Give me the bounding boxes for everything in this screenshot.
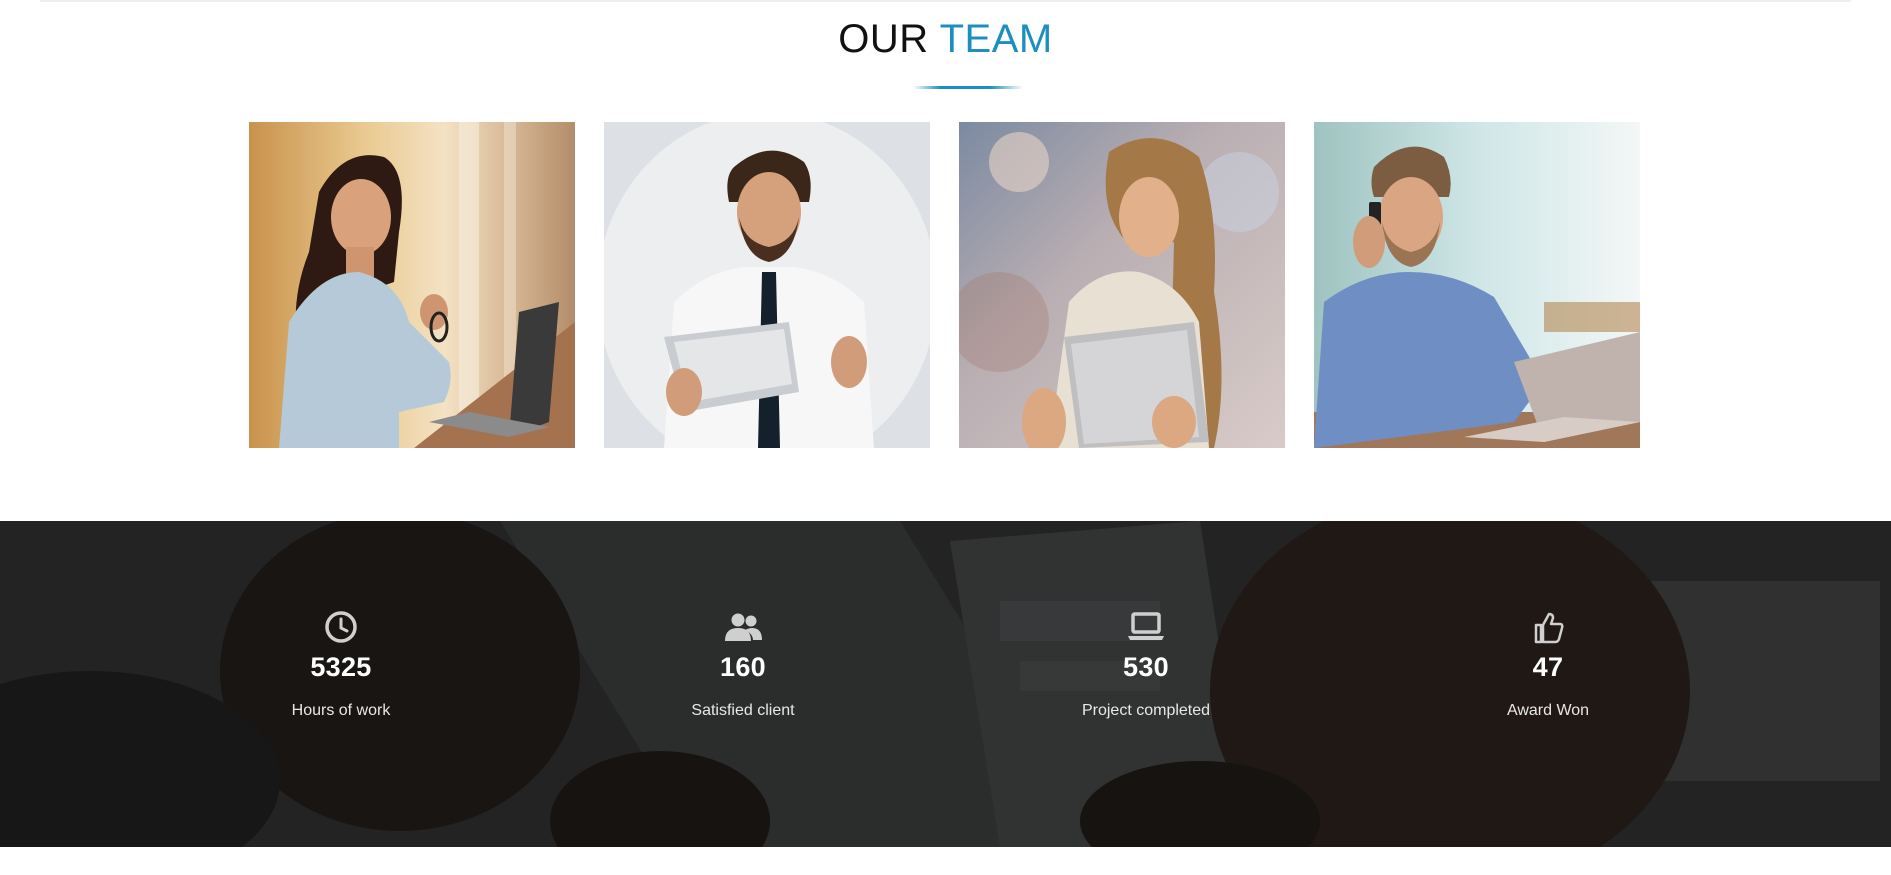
- stat-hours-of-work: 5325 Hours of work: [231, 609, 451, 721]
- title-part-2: TEAM: [939, 17, 1053, 61]
- team-member-photo-3[interactable]: [959, 122, 1285, 448]
- top-divider: [40, 0, 1851, 2]
- users-icon: [725, 613, 762, 641]
- photo-woman-tablet: [959, 122, 1285, 448]
- stat-value: 5325: [310, 652, 372, 682]
- title-part-1: OUR: [838, 17, 929, 61]
- section-title: OUR TEAM: [0, 14, 1891, 64]
- team-member-photo-4[interactable]: [1314, 122, 1640, 448]
- stat-label: Project completed: [1081, 702, 1211, 719]
- clock-icon: [325, 611, 357, 643]
- stats-row: 5325 Hours of work 160 Satisfied client …: [0, 521, 1891, 847]
- stat-satisfied-client: 160 Satisfied client: [633, 609, 853, 721]
- stat-label: Award Won: [1506, 702, 1590, 719]
- stat-project-completed: 530 Project completed: [1036, 609, 1256, 721]
- stat-label: Hours of work: [291, 702, 391, 719]
- title-underline: [913, 86, 1023, 89]
- laptop-icon: [1128, 612, 1164, 640]
- team-grid: [249, 122, 1642, 448]
- stat-value: 530: [1123, 652, 1169, 682]
- stat-value: 47: [1532, 652, 1564, 682]
- team-member-photo-2[interactable]: [604, 122, 930, 448]
- stat-label: Satisfied client: [691, 702, 795, 719]
- stats-section: 5325 Hours of work 160 Satisfied client …: [0, 521, 1891, 847]
- stat-award-won: 47 Award Won: [1438, 609, 1658, 721]
- photo-woman-glasses-laptop: [249, 122, 575, 448]
- team-member-photo-1[interactable]: [249, 122, 575, 448]
- stat-value: 160: [720, 652, 766, 682]
- thumbs-up-icon: [1534, 612, 1564, 644]
- photo-man-phone-laptop: [1314, 122, 1640, 448]
- photo-man-tie-tablet: [604, 122, 930, 448]
